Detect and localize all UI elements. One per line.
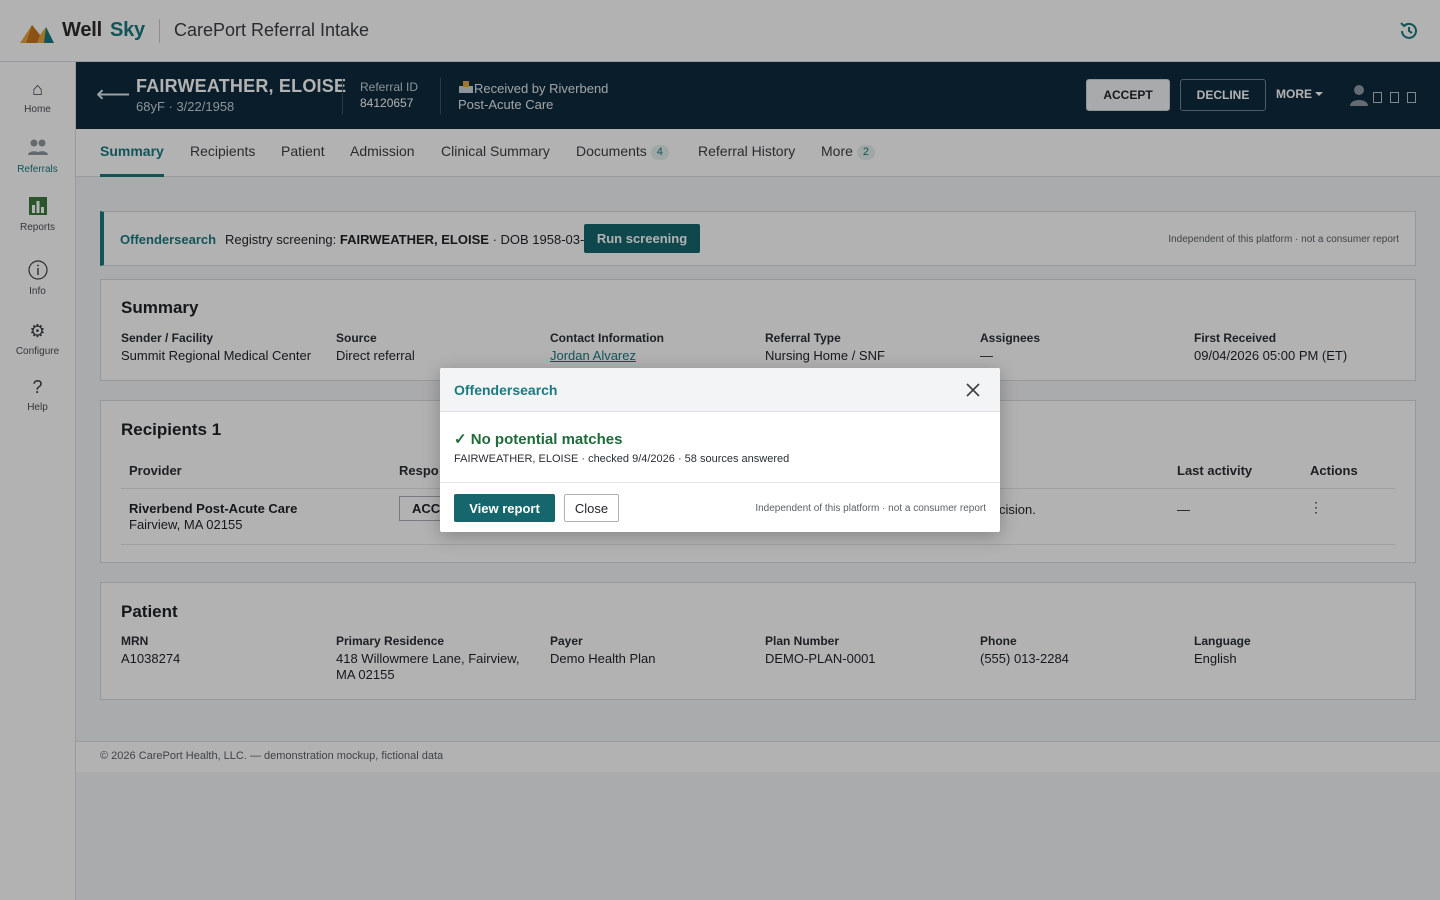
match-result-text: No potential matches (470, 431, 623, 448)
dialog-title: Offendersearch (454, 382, 558, 398)
close-button[interactable]: Close (564, 494, 619, 522)
match-result: ✓ No potential matches (454, 430, 622, 448)
dialog-header: Offendersearch (440, 368, 1000, 412)
check-icon: ✓ (454, 431, 467, 448)
offendersearch-dialog: Offendersearch ✓ No potential matches FA… (440, 368, 1000, 532)
close-icon[interactable] (964, 381, 982, 399)
dialog-divider (440, 482, 1000, 483)
view-report-button[interactable]: View report (454, 494, 555, 522)
dialog-disclaimer: Independent of this platform · not a con… (755, 503, 986, 514)
match-detail: FAIRWEATHER, ELOISE · checked 9/4/2026 ·… (454, 453, 790, 465)
